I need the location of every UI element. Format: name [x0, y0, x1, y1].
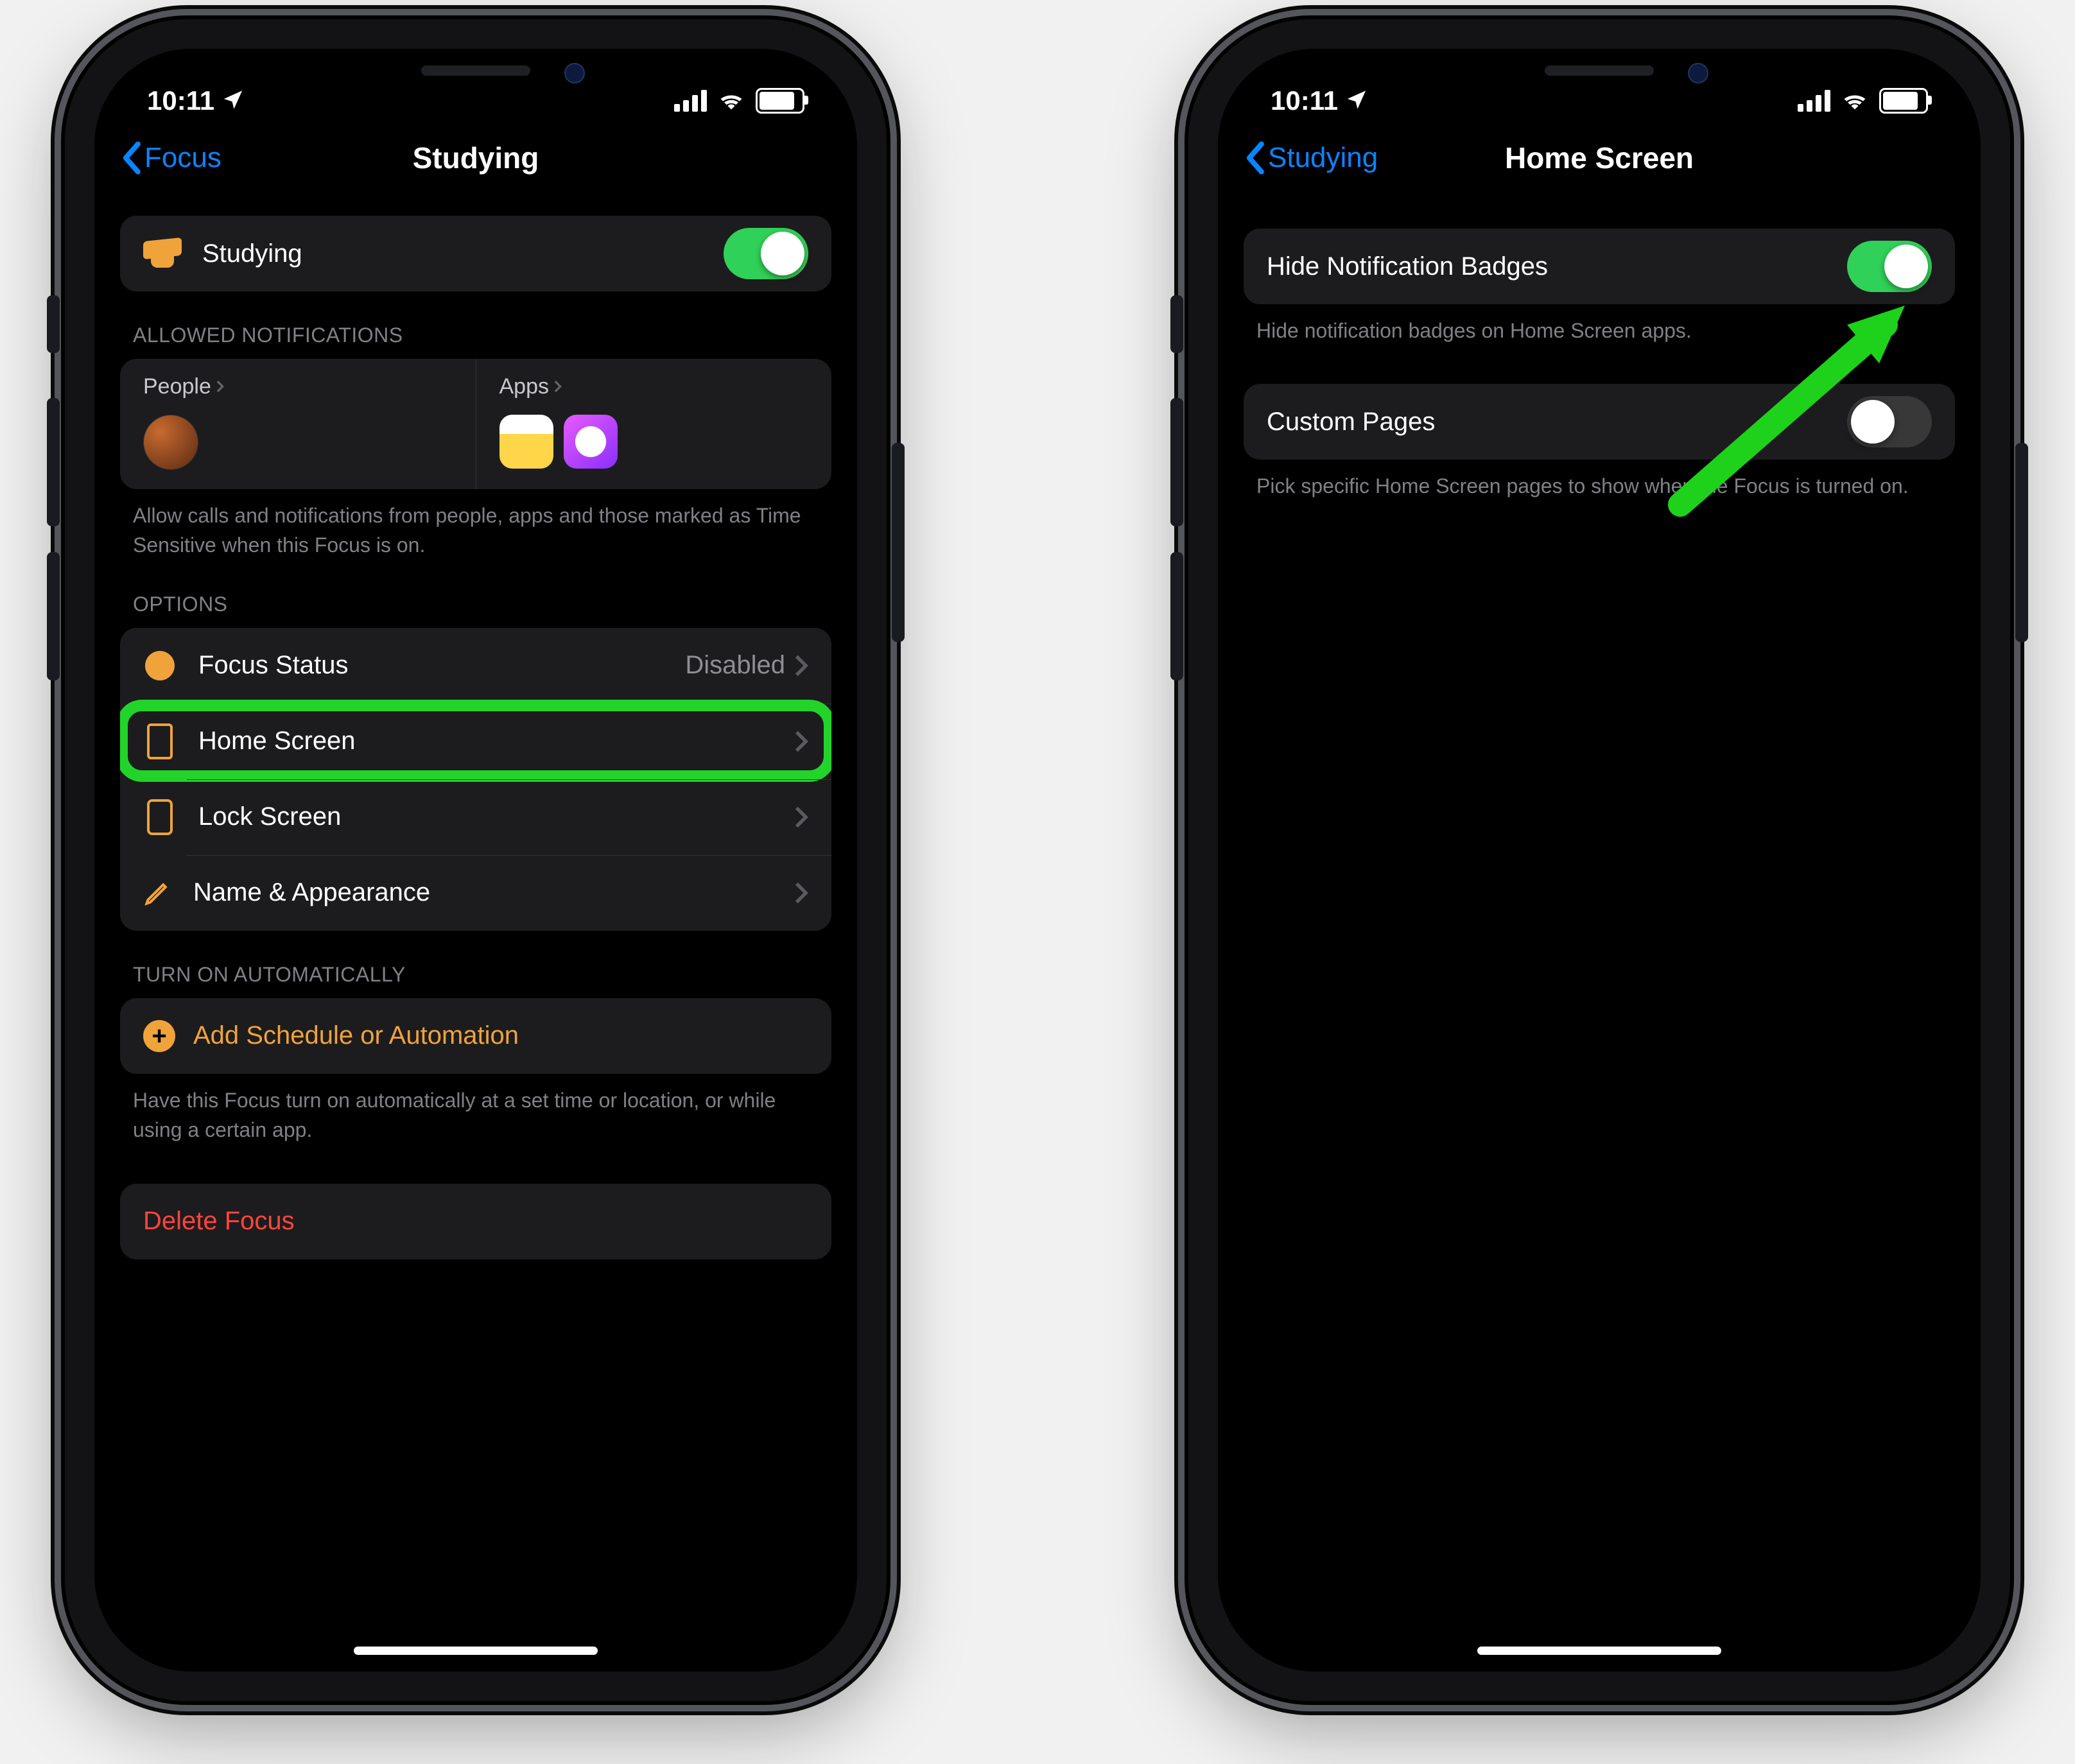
focus-status-icon	[143, 651, 177, 680]
section-footer-custom-pages: Pick specific Home Screen pages to show …	[1244, 460, 1955, 501]
notch	[302, 49, 649, 100]
page-title: Home Screen	[1505, 141, 1694, 175]
podcasts-app-icon	[564, 415, 618, 469]
focus-status-row[interactable]: Focus Status Disabled	[120, 628, 831, 704]
pencil-icon	[143, 879, 171, 907]
focus-enabled-toggle[interactable]	[724, 228, 808, 279]
chevron-right-icon	[794, 806, 808, 829]
chevron-right-icon	[794, 881, 808, 904]
back-label: Focus	[144, 142, 221, 174]
wifi-icon	[1841, 85, 1869, 116]
chevron-right-icon	[794, 654, 808, 677]
home-screen-label: Home Screen	[198, 727, 356, 756]
back-label: Studying	[1268, 142, 1378, 174]
home-indicator[interactable]	[354, 1647, 598, 1655]
chevron-right-icon	[794, 730, 808, 753]
section-header-options: OPTIONS	[120, 560, 831, 628]
notch	[1426, 49, 1773, 100]
chevron-right-icon	[215, 374, 224, 399]
allowed-people-button[interactable]: People	[120, 359, 476, 489]
focus-toggle-row: Studying	[120, 216, 831, 291]
nav-bar: Studying Home Screen	[1218, 119, 1981, 196]
focus-status-label: Focus Status	[198, 651, 348, 680]
lock-screen-label: Lock Screen	[198, 802, 341, 831]
back-button[interactable]: Studying	[1244, 141, 1378, 175]
cellular-icon	[1798, 90, 1830, 112]
page-title: Studying	[413, 141, 539, 175]
focus-name-label: Studying	[202, 239, 302, 268]
add-schedule-label: Add Schedule or Automation	[193, 1021, 519, 1050]
phone-right: 10:11 Studying Home	[1188, 19, 2010, 1701]
section-footer-auto: Have this Focus turn on automatically at…	[120, 1074, 831, 1145]
hide-badges-row: Hide Notification Badges	[1244, 229, 1955, 304]
allowed-apps-button[interactable]: Apps	[476, 359, 832, 489]
home-screen-row[interactable]: Home Screen	[120, 704, 831, 779]
back-button[interactable]: Focus	[120, 141, 221, 175]
chevron-right-icon	[553, 374, 562, 399]
name-appearance-row[interactable]: Name & Appearance	[120, 855, 831, 931]
allowed-notifications-group: People Apps	[120, 359, 831, 489]
delete-focus-label: Delete Focus	[143, 1207, 295, 1236]
delete-focus-button[interactable]: Delete Focus	[120, 1184, 831, 1259]
hide-badges-toggle[interactable]	[1847, 241, 1932, 292]
lock-screen-icon	[143, 799, 177, 835]
cellular-icon	[674, 90, 707, 112]
lock-screen-row[interactable]: Lock Screen	[120, 779, 831, 855]
status-time: 10:11	[147, 85, 214, 116]
status-time: 10:11	[1271, 85, 1338, 116]
contact-avatar	[143, 415, 198, 470]
wifi-icon	[717, 85, 745, 116]
location-icon	[1346, 85, 1367, 116]
name-appearance-label: Name & Appearance	[193, 878, 430, 907]
section-header-auto: TURN ON AUTOMATICALLY	[120, 931, 831, 998]
home-indicator[interactable]	[1477, 1647, 1721, 1655]
notes-app-icon	[499, 415, 553, 469]
nav-bar: Focus Studying	[94, 119, 857, 196]
section-footer-hide-badges: Hide notification badges on Home Screen …	[1244, 304, 1955, 345]
section-header-allowed: ALLOWED NOTIFICATIONS	[120, 291, 831, 359]
graduation-cap-icon	[143, 239, 182, 268]
hide-badges-label: Hide Notification Badges	[1267, 252, 1548, 281]
battery-icon	[756, 88, 804, 114]
section-footer-allowed: Allow calls and notifications from peopl…	[120, 489, 831, 560]
focus-status-value: Disabled	[685, 651, 785, 680]
custom-pages-toggle[interactable]	[1847, 396, 1932, 447]
plus-icon: +	[143, 1020, 175, 1052]
add-schedule-button[interactable]: + Add Schedule or Automation	[120, 998, 831, 1074]
custom-pages-row: Custom Pages	[1244, 384, 1955, 460]
custom-pages-label: Custom Pages	[1267, 408, 1435, 437]
location-icon	[222, 85, 244, 116]
home-screen-icon	[143, 723, 177, 759]
phone-left: 10:11 Focus Studyin	[65, 19, 887, 1701]
allowed-apps-label: Apps	[499, 374, 550, 399]
allowed-people-label: People	[143, 374, 211, 399]
battery-icon	[1879, 88, 1928, 114]
